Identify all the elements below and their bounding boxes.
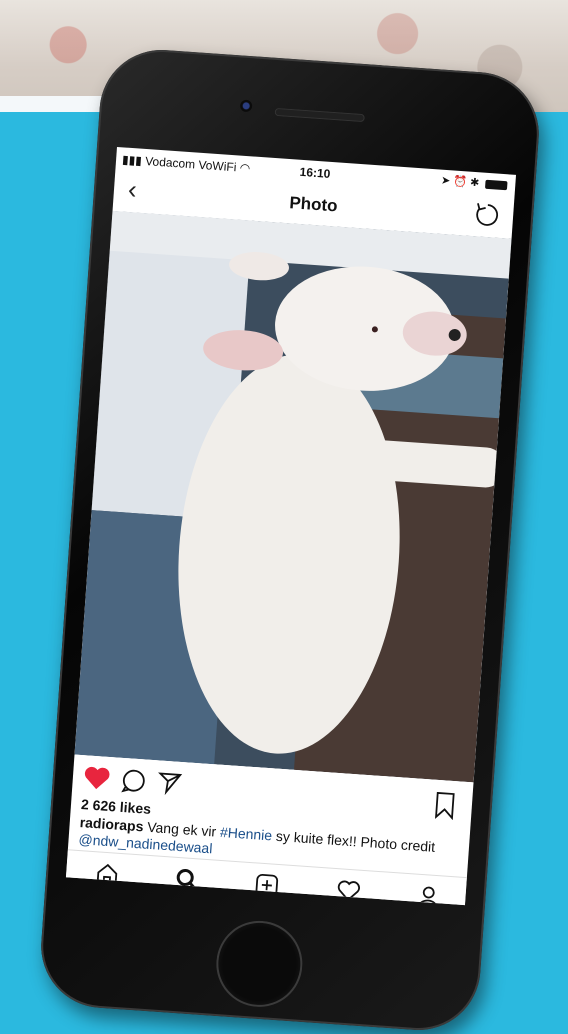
profile-icon[interactable] bbox=[415, 883, 443, 906]
post-photo[interactable] bbox=[74, 210, 512, 783]
rotate-icon[interactable] bbox=[472, 200, 502, 230]
bookmark-icon[interactable] bbox=[433, 791, 457, 821]
location-icon: ➤ bbox=[440, 174, 451, 188]
status-icons: ➤ ⏰ ✱ bbox=[441, 174, 508, 192]
comment-icon[interactable] bbox=[120, 767, 148, 795]
send-icon[interactable] bbox=[156, 769, 184, 797]
wifi-icon: ◠ bbox=[239, 160, 251, 176]
alarm-icon: ⏰ bbox=[452, 175, 468, 189]
heart-filled-icon[interactable] bbox=[82, 764, 112, 792]
dog-photo-image bbox=[74, 210, 512, 783]
bluetooth-icon: ✱ bbox=[469, 176, 480, 190]
caption-text-2: sy kuite flex!! Photo credit bbox=[275, 827, 436, 855]
phone: ▮▮▮ Vodacom VoWiFi ◠ 16:10 ➤ ⏰ ✱ ‹ Photo bbox=[37, 45, 543, 1034]
caption-hashtag[interactable]: #Hennie bbox=[220, 824, 273, 844]
status-time: 16:10 bbox=[299, 164, 331, 181]
screen: ▮▮▮ Vodacom VoWiFi ◠ 16:10 ➤ ⏰ ✱ ‹ Photo bbox=[65, 146, 517, 906]
signal-icon: ▮▮▮ bbox=[121, 152, 143, 168]
battery-icon bbox=[485, 179, 508, 190]
